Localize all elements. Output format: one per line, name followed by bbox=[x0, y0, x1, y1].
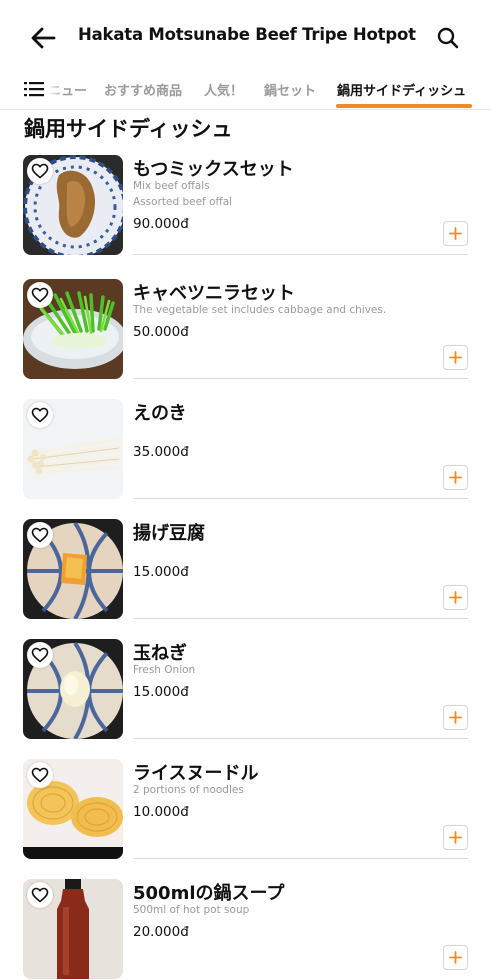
favorite-button[interactable] bbox=[27, 762, 53, 788]
heart-outline-icon bbox=[31, 887, 49, 903]
heart-outline-icon bbox=[31, 163, 49, 179]
divider bbox=[133, 858, 468, 859]
favorite-button[interactable] bbox=[27, 282, 53, 308]
item-description: Mix beef offals bbox=[133, 180, 210, 192]
item-price: 90.000đ bbox=[133, 216, 189, 232]
add-to-cart-button[interactable] bbox=[443, 945, 468, 970]
item-description: Fresh Onion bbox=[133, 664, 196, 676]
menu-item[interactable]: えのき 35.000đ bbox=[0, 399, 491, 519]
heart-outline-icon bbox=[31, 647, 49, 663]
tab-popular[interactable]: 人気！ bbox=[204, 80, 243, 99]
item-price: 50.000đ bbox=[133, 324, 189, 340]
heart-outline-icon bbox=[31, 287, 49, 303]
menu-item[interactable]: 玉ねぎ Fresh Onion 15.000đ bbox=[0, 639, 491, 759]
plus-icon bbox=[449, 471, 462, 484]
search-button[interactable] bbox=[434, 24, 462, 52]
menu-item[interactable]: キャベツニラセット The vegetable set includes cab… bbox=[0, 279, 491, 399]
favorite-button[interactable] bbox=[27, 402, 53, 428]
tab-fade bbox=[44, 72, 64, 108]
add-to-cart-button[interactable] bbox=[443, 705, 468, 730]
divider bbox=[133, 618, 468, 619]
menu-item[interactable]: ライスヌードル 2 portions of noodles 10.000đ bbox=[0, 759, 491, 879]
tab-hotpot-side-dish[interactable]: 鍋用サイドディッシュ bbox=[337, 80, 466, 99]
item-price: 20.000đ bbox=[133, 924, 189, 940]
plus-icon bbox=[449, 351, 462, 364]
item-name: 揚げ豆腐 bbox=[133, 523, 205, 544]
back-button[interactable] bbox=[28, 24, 58, 52]
tab-hotpot-set[interactable]: 鍋セット bbox=[264, 80, 316, 99]
heart-outline-icon bbox=[31, 767, 49, 783]
app-header: Hakata Motsunabe Beef Tripe Hotpot bbox=[0, 0, 491, 72]
add-to-cart-button[interactable] bbox=[443, 825, 468, 850]
tab-recommended[interactable]: おすすめ商品 bbox=[104, 80, 182, 99]
section-title: 鍋用サイドディッシュ bbox=[24, 117, 233, 141]
heart-outline-icon bbox=[31, 527, 49, 543]
favorite-button[interactable] bbox=[27, 158, 53, 184]
divider bbox=[133, 498, 468, 499]
item-name: ライスヌードル bbox=[133, 763, 259, 784]
item-name: えのき bbox=[133, 403, 187, 424]
add-to-cart-button[interactable] bbox=[443, 585, 468, 610]
plus-icon bbox=[449, 951, 462, 964]
plus-icon bbox=[449, 711, 462, 724]
plus-icon bbox=[449, 831, 462, 844]
page-title: Hakata Motsunabe Beef Tripe Hotpot bbox=[78, 25, 416, 44]
add-to-cart-button[interactable] bbox=[443, 345, 468, 370]
add-to-cart-button[interactable] bbox=[443, 465, 468, 490]
menu-item[interactable]: 500mlの鍋スープ 500ml of hot pot soup 20.000đ bbox=[0, 879, 491, 980]
list-menu-icon[interactable] bbox=[24, 80, 46, 98]
category-tabs: ニュー おすすめ商品 人気！ 鍋セット 鍋用サイドディッシュ bbox=[0, 72, 491, 110]
item-price: 10.000đ bbox=[133, 804, 189, 820]
menu-item[interactable]: 揚げ豆腐 15.000đ bbox=[0, 519, 491, 639]
item-price: 35.000đ bbox=[133, 444, 189, 460]
item-description: The vegetable set includes cabbage and c… bbox=[133, 304, 387, 316]
add-to-cart-button[interactable] bbox=[443, 221, 468, 246]
item-price: 15.000đ bbox=[133, 564, 189, 580]
favorite-button[interactable] bbox=[27, 522, 53, 548]
divider bbox=[133, 378, 468, 379]
plus-icon bbox=[449, 227, 462, 240]
item-name: キャベツニラセット bbox=[133, 283, 295, 304]
menu-item[interactable]: もつミックスセット Mix beef offals Assorted beef … bbox=[0, 155, 491, 275]
item-price: 15.000đ bbox=[133, 684, 189, 700]
item-name: もつミックスセット bbox=[133, 159, 294, 180]
favorite-button[interactable] bbox=[27, 642, 53, 668]
divider bbox=[133, 254, 468, 255]
heart-outline-icon bbox=[31, 407, 49, 423]
search-icon bbox=[437, 27, 459, 49]
item-name: 玉ねぎ bbox=[133, 643, 187, 664]
item-name: 500mlの鍋スープ bbox=[133, 883, 285, 904]
divider bbox=[133, 738, 468, 739]
active-tab-indicator bbox=[336, 104, 472, 108]
item-description-secondary: Assorted beef offal bbox=[133, 196, 233, 208]
item-description: 2 portions of noodles bbox=[133, 784, 244, 796]
arrow-left-icon bbox=[31, 27, 56, 49]
plus-icon bbox=[449, 591, 462, 604]
favorite-button[interactable] bbox=[27, 882, 53, 908]
item-description: 500ml of hot pot soup bbox=[133, 904, 250, 916]
